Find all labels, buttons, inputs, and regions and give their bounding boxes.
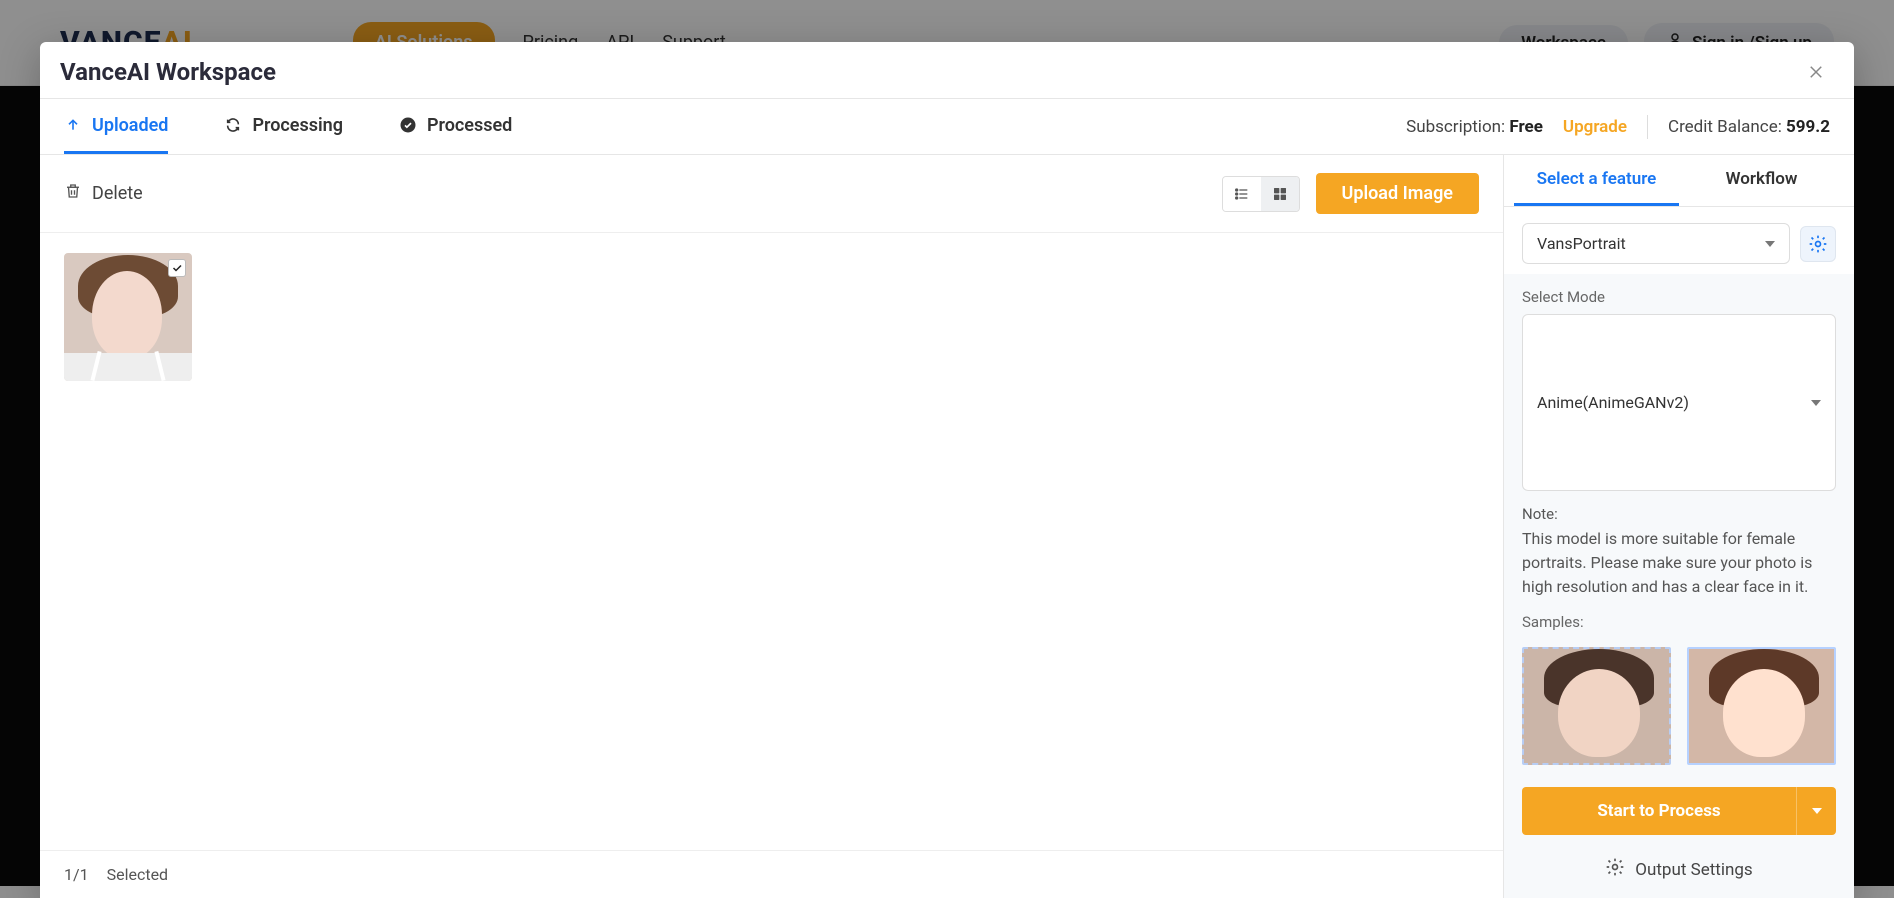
chevron-down-icon — [1812, 808, 1822, 814]
note-text: This model is more suitable for female p… — [1522, 527, 1836, 599]
check-circle-icon — [399, 116, 417, 134]
mode-label: Select Mode — [1522, 288, 1836, 306]
close-button[interactable] — [1802, 58, 1830, 86]
gallery-toolbar: Delete Upload Image — [40, 155, 1503, 233]
tab-workflow[interactable]: Workflow — [1679, 155, 1844, 206]
upload-image-button[interactable]: Upload Image — [1316, 173, 1480, 214]
output-settings-button[interactable]: Output Settings — [1522, 853, 1836, 888]
selection-label: Selected — [107, 865, 168, 884]
sample-before-image[interactable] — [1522, 647, 1671, 765]
model-settings-button[interactable] — [1800, 226, 1836, 262]
gear-icon — [1605, 857, 1625, 882]
process-row: Start to Process — [1522, 787, 1836, 835]
trash-icon — [64, 182, 82, 205]
upgrade-link[interactable]: Upgrade — [1563, 117, 1627, 137]
gallery-footer: 1/1 Selected — [40, 850, 1503, 898]
delete-label: Delete — [92, 183, 143, 204]
upload-icon — [64, 116, 82, 134]
divider — [1647, 115, 1648, 139]
tab-processing[interactable]: Processing — [224, 99, 343, 154]
status-bar: Uploaded Processing Processed Subscripti… — [40, 99, 1854, 155]
view-grid-button[interactable] — [1261, 177, 1299, 211]
image-selected-checkbox[interactable] — [168, 259, 186, 277]
image-gallery — [40, 233, 1503, 850]
modal-title: VanceAI Workspace — [60, 58, 276, 86]
gear-icon — [1808, 234, 1828, 254]
refresh-icon — [224, 116, 242, 134]
note-heading: Note: — [1522, 505, 1836, 523]
model-select-value: VansPortrait — [1537, 234, 1626, 253]
subscription-status: Subscription: Free — [1406, 117, 1543, 137]
start-process-dropdown[interactable] — [1796, 787, 1836, 835]
settings-pane: Select a feature Workflow VansPortrait S… — [1504, 155, 1854, 898]
mode-select-value: Anime(AnimeGANv2) — [1537, 393, 1689, 412]
credit-balance: Credit Balance: 599.2 — [1668, 117, 1830, 137]
tab-processed[interactable]: Processed — [399, 99, 512, 154]
mode-select[interactable]: Anime(AnimeGANv2) — [1522, 314, 1836, 491]
list-icon — [1233, 186, 1251, 202]
tab-processing-label: Processing — [252, 115, 343, 136]
view-list-button[interactable] — [1223, 177, 1261, 211]
gallery-pane: Delete Upload Image — [40, 155, 1504, 898]
samples-label: Samples: — [1522, 613, 1836, 631]
grid-icon — [1272, 186, 1288, 202]
chevron-down-icon — [1765, 241, 1775, 247]
modal-header: VanceAI Workspace — [40, 42, 1854, 99]
tab-processed-label: Processed — [427, 115, 512, 136]
sample-after-image[interactable] — [1687, 647, 1836, 765]
close-icon — [1807, 63, 1825, 81]
delete-button[interactable]: Delete — [64, 182, 143, 205]
start-process-button[interactable]: Start to Process — [1522, 787, 1796, 835]
tab-select-feature[interactable]: Select a feature — [1514, 155, 1679, 206]
view-toggle — [1222, 176, 1300, 212]
selection-count: 1/1 — [64, 865, 89, 884]
uploaded-image-thumbnail[interactable] — [64, 253, 192, 381]
model-select[interactable]: VansPortrait — [1522, 223, 1790, 264]
tab-uploaded[interactable]: Uploaded — [64, 99, 168, 154]
workspace-modal: VanceAI Workspace Uploaded Processing — [40, 42, 1854, 898]
output-settings-label: Output Settings — [1635, 860, 1752, 880]
tab-uploaded-label: Uploaded — [92, 115, 168, 136]
check-icon — [171, 262, 183, 274]
chevron-down-icon — [1811, 400, 1821, 406]
